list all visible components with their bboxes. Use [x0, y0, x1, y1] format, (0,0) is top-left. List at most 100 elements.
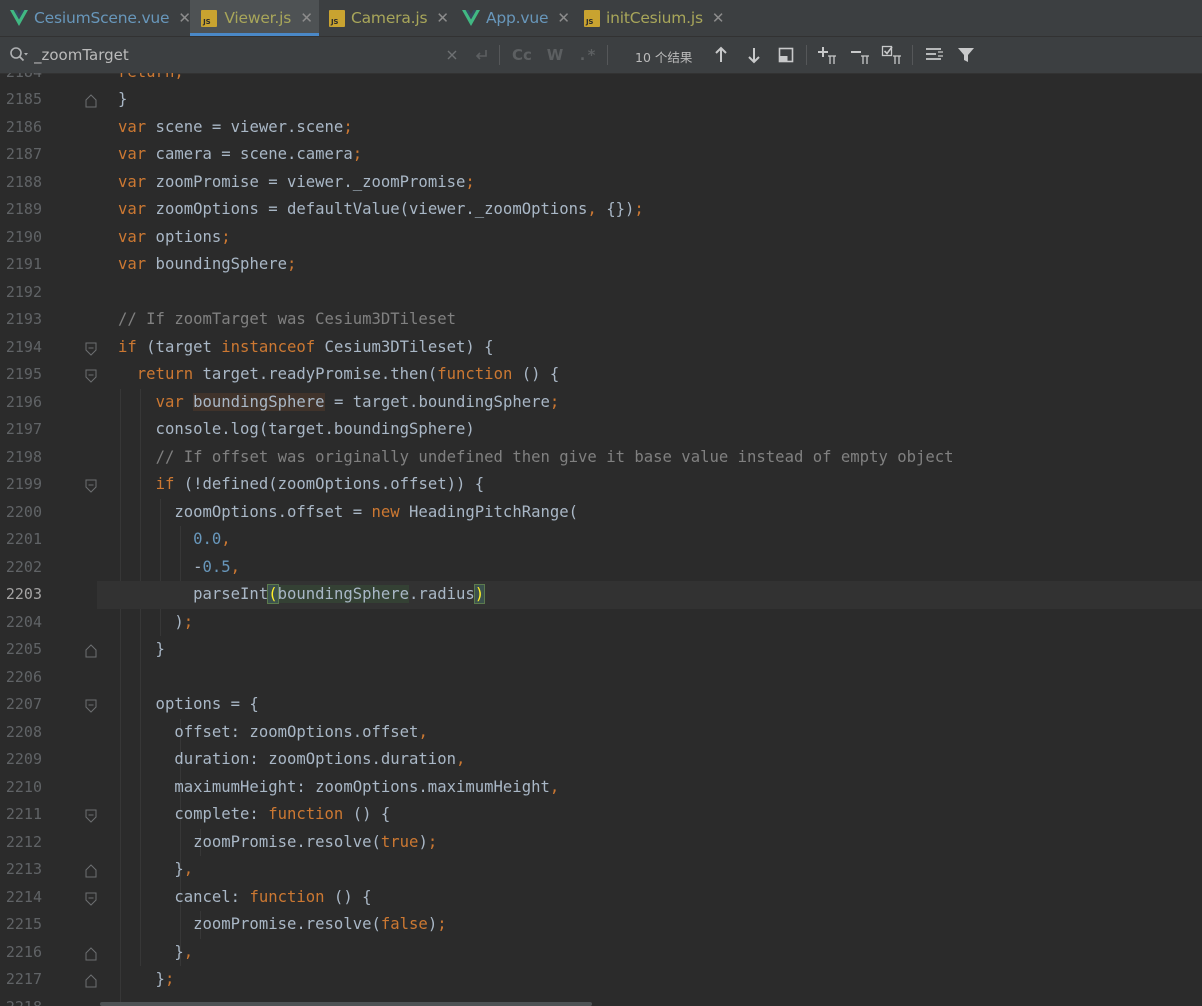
close-tab-icon[interactable]: ✕	[436, 9, 449, 27]
gutter-line[interactable]: 2208	[0, 719, 96, 747]
previous-occurrence-button[interactable]	[709, 43, 733, 67]
code-line[interactable]: duration: zoomOptions.duration,	[118, 746, 465, 774]
gutter-line[interactable]: 2218	[0, 994, 96, 1006]
gutter-line[interactable]: 2194	[0, 334, 97, 362]
gutter-line[interactable]: 2212	[0, 829, 96, 857]
fold-end-icon[interactable]	[85, 863, 97, 878]
code-line[interactable]: if (!defined(zoomOptions.offset)) {	[118, 471, 485, 499]
gutter-line[interactable]: 2187	[0, 141, 96, 169]
gutter-line[interactable]: 2206	[0, 664, 96, 692]
code-line[interactable]: cancel: function () {	[118, 884, 371, 912]
code-line[interactable]: var zoomPromise = viewer._zoomPromise;	[118, 169, 475, 197]
fold-collapse-icon[interactable]	[85, 698, 97, 713]
close-tab-icon[interactable]: ✕	[178, 9, 191, 27]
code-line[interactable]: options = {	[118, 691, 259, 719]
gutter-line[interactable]: 2205	[0, 636, 97, 664]
gutter-line[interactable]: 2195	[0, 361, 97, 389]
gutter-line[interactable]: 2204	[0, 609, 96, 637]
code-line[interactable]: if (target instanceof Cesium3DTileset) {	[118, 334, 494, 362]
code-line[interactable]: console.log(target.boundingSphere)	[118, 416, 475, 444]
gutter-line[interactable]: 2185	[0, 86, 97, 114]
fold-collapse-icon[interactable]	[85, 478, 97, 493]
code-line[interactable]: // If offset was originally undefined th…	[118, 444, 954, 472]
close-tab-icon[interactable]: ✕	[300, 9, 313, 27]
horizontal-scrollbar[interactable]	[100, 1002, 592, 1006]
gutter-line[interactable]: 2203	[0, 581, 96, 609]
tab-viewer-js[interactable]: JS Viewer.js ✕	[190, 0, 319, 36]
filter-search-results-button[interactable]	[922, 43, 946, 67]
fold-end-icon[interactable]	[85, 93, 97, 108]
close-tab-icon[interactable]: ✕	[557, 9, 570, 27]
gutter-line[interactable]: 2189	[0, 196, 96, 224]
code-editor[interactable]: 2184 return; 2185} 2186 var scene = viewer.s…	[0, 73, 1202, 1006]
code-line[interactable]: complete: function () {	[118, 801, 390, 829]
code-line[interactable]: zoomPromise.resolve(false);	[118, 911, 447, 939]
words-toggle[interactable]: W	[543, 37, 567, 73]
code-line[interactable]: }	[118, 636, 165, 664]
code-line[interactable]: zoomPromise.resolve(true);	[118, 829, 437, 857]
code-line[interactable]: );	[118, 609, 193, 637]
fold-end-icon[interactable]	[85, 643, 97, 658]
code-line[interactable]: 0.0,	[118, 526, 231, 554]
code-line[interactable]: return;	[118, 73, 184, 86]
gutter-line[interactable]: 2190	[0, 224, 96, 252]
clear-search-button[interactable]	[443, 37, 461, 73]
fold-collapse-icon[interactable]	[85, 368, 97, 383]
gutter-line[interactable]: 2191	[0, 251, 96, 279]
open-in-window-button[interactable]	[774, 43, 798, 67]
gutter-line[interactable]: 2188	[0, 169, 96, 197]
search-input[interactable]	[34, 44, 429, 66]
gutter-line[interactable]: 2217	[0, 966, 97, 994]
gutter-line[interactable]: 2214	[0, 884, 97, 912]
gutter-line[interactable]: 2215	[0, 911, 96, 939]
gutter-line[interactable]: 2186	[0, 114, 96, 142]
fold-collapse-icon[interactable]	[85, 808, 97, 823]
code-line[interactable]: parseInt(boundingSphere.radius)	[118, 581, 486, 609]
tab-initcesium-js[interactable]: JS initCesium.js ✕	[574, 0, 725, 36]
code-line[interactable]: -0.5,	[118, 554, 240, 582]
gutter-line[interactable]: 2207	[0, 691, 97, 719]
gutter-line[interactable]: 2192	[0, 279, 96, 307]
gutter-line[interactable]: 2198	[0, 444, 96, 472]
code-line[interactable]: };	[118, 966, 175, 994]
gutter-line[interactable]: 2201	[0, 526, 96, 554]
code-line[interactable]: zoomOptions.offset = new HeadingPitchRan…	[118, 499, 578, 527]
code-line[interactable]: return target.readyPromise.then(function…	[118, 361, 560, 389]
gutter-line[interactable]: 2199	[0, 471, 97, 499]
next-occurrence-button[interactable]	[742, 43, 766, 67]
regex-toggle[interactable]: .*	[576, 37, 598, 73]
match-case-toggle[interactable]: Cc	[509, 37, 535, 73]
gutter-line[interactable]: 2209	[0, 746, 96, 774]
add-occurrence-button[interactable]	[815, 43, 839, 67]
gutter-line[interactable]: 2202	[0, 554, 96, 582]
code-line[interactable]: var camera = scene.camera;	[118, 141, 362, 169]
search-history-icon[interactable]	[9, 46, 31, 64]
fold-collapse-icon[interactable]	[85, 341, 97, 356]
gutter-line[interactable]: 2196	[0, 389, 96, 417]
gutter-line[interactable]: 2197	[0, 416, 96, 444]
select-all-occurrences-button[interactable]	[880, 43, 904, 67]
code-line[interactable]: var boundingSphere = target.boundingSphe…	[118, 389, 559, 417]
tab-camera-js[interactable]: JS Camera.js ✕	[319, 0, 452, 36]
new-line-button[interactable]	[470, 37, 492, 73]
code-line[interactable]: },	[118, 939, 193, 967]
gutter-line[interactable]: 2200	[0, 499, 96, 527]
code-line[interactable]: var zoomOptions = defaultValue(viewer._z…	[118, 196, 644, 224]
gutter-line[interactable]: 2193	[0, 306, 96, 334]
gutter-line[interactable]: 2211	[0, 801, 97, 829]
code-line[interactable]: var options;	[118, 224, 231, 252]
close-tab-icon[interactable]: ✕	[712, 9, 725, 27]
code-line[interactable]: // If zoomTarget was Cesium3DTileset	[118, 306, 456, 334]
fold-end-icon[interactable]	[85, 973, 97, 988]
remove-occurrence-button[interactable]	[848, 43, 872, 67]
gutter-line[interactable]: 2184	[0, 73, 96, 86]
code-line[interactable]: },	[118, 856, 193, 884]
gutter-line[interactable]: 2213	[0, 856, 97, 884]
fold-end-icon[interactable]	[85, 946, 97, 960]
tab-cesiumscene-vue[interactable]: CesiumScene.vue ✕	[0, 0, 191, 36]
gutter-line[interactable]: 2210	[0, 774, 96, 802]
gutter-line[interactable]: 2216	[0, 939, 97, 967]
code-line[interactable]: }	[118, 86, 127, 114]
code-line[interactable]: maximumHeight: zoomOptions.maximumHeight…	[118, 774, 559, 802]
code-line[interactable]: var boundingSphere;	[118, 251, 296, 279]
